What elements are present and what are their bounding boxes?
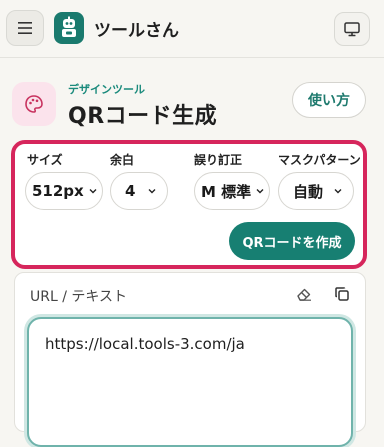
chevron-down-icon (148, 189, 156, 194)
eraser-icon (297, 288, 311, 301)
top-bar: ツールさん (0, 0, 384, 58)
page-title: QRコード生成 (68, 104, 218, 129)
header-divider (0, 57, 384, 58)
mask-pattern-select[interactable]: 自動 (278, 172, 354, 210)
copy-icon (335, 287, 349, 301)
error-correction-select[interactable]: M 標準 (194, 172, 270, 210)
size-value: 512px (32, 182, 84, 200)
monitor-icon (344, 21, 360, 36)
chevron-down-icon (334, 189, 342, 194)
mask-pattern-label: マスクパターン (278, 153, 361, 167)
tool-icon-badge (12, 82, 56, 126)
copy-button[interactable] (331, 283, 353, 305)
size-label: サイズ (27, 153, 63, 167)
display-mode-button[interactable] (334, 12, 370, 46)
robot-logo-icon (62, 16, 76, 37)
generate-qr-button[interactable]: QRコードを作成 (229, 222, 355, 260)
usage-button[interactable]: 使い方 (292, 82, 366, 118)
input-label: URL / テキスト (30, 289, 127, 305)
input-card: URL / テキスト https://local.tools-3.com/ja (14, 272, 366, 447)
qr-settings-panel: サイズ 余白 誤り訂正 マスクパターン 512px 4 M 標準 自動 QRコー… (11, 140, 367, 269)
size-select[interactable]: 512px (25, 172, 103, 210)
margin-value: 4 (125, 182, 136, 200)
error-correction-value: M 標準 (201, 182, 252, 201)
margin-label: 余白 (110, 153, 135, 167)
chevron-down-icon (256, 189, 264, 194)
app-title[interactable]: ツールさん (94, 16, 179, 41)
palette-icon (25, 95, 43, 113)
error-correction-label: 誤り訂正 (194, 153, 243, 167)
url-text-input[interactable]: https://local.tools-3.com/ja (27, 317, 353, 447)
tool-category: デザインツール (68, 83, 145, 96)
chevron-down-icon (89, 189, 97, 194)
menu-button[interactable] (6, 10, 44, 46)
clear-button[interactable] (293, 283, 315, 305)
hamburger-icon (18, 22, 32, 34)
margin-select[interactable]: 4 (110, 172, 168, 210)
mask-pattern-value: 自動 (293, 182, 324, 201)
app-logo[interactable] (54, 12, 84, 44)
